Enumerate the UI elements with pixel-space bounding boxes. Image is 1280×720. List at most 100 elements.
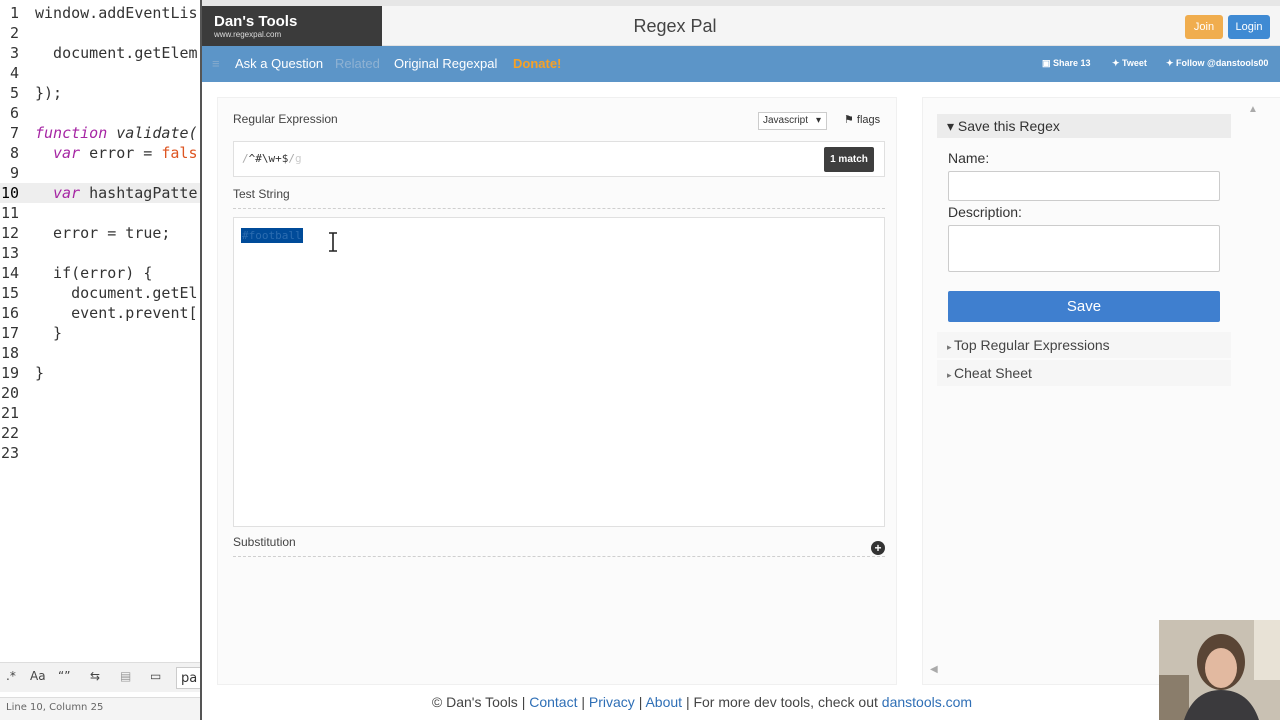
nav-related[interactable]: Related (335, 56, 380, 71)
test-string-selection: #football (241, 228, 303, 243)
twitter-icon: ✦ (1112, 58, 1123, 68)
follow-label: Follow @danstools00 (1176, 58, 1269, 68)
line-number: 4 (9, 64, 19, 82)
code-text: validate( (107, 124, 198, 142)
name-field[interactable] (948, 171, 1220, 201)
nav-original-regexpal[interactable]: Original Regexpal (394, 56, 497, 71)
code-line: window.addEventLis (35, 4, 198, 22)
webcam-overlay (1159, 620, 1280, 720)
code-line: function validate( (35, 123, 198, 143)
code-line: error = true; (35, 224, 171, 242)
top-expressions-toggle[interactable]: ▸ Top Regular Expressions (937, 332, 1231, 358)
facebook-share-button[interactable]: ▣ Share 13 (1042, 58, 1091, 69)
description-field[interactable] (948, 225, 1220, 272)
regex-expression: /^#\w+$/g (242, 152, 302, 165)
line-number: 2 (9, 24, 19, 42)
text-cursor-icon (329, 232, 337, 252)
separator: | (581, 694, 585, 710)
code-text: error = (80, 144, 162, 162)
menu-icon[interactable]: ≡ (212, 56, 220, 71)
wrap-icon[interactable]: ⇆ (90, 669, 100, 683)
line-number: 3 (9, 44, 19, 62)
tweet-button[interactable]: ✦ Tweet (1112, 58, 1147, 69)
save-button[interactable]: Save (948, 291, 1220, 322)
contact-link[interactable]: Contact (529, 694, 577, 710)
cheat-sheet-toggle[interactable]: ▸ Cheat Sheet (937, 360, 1231, 386)
flags-button[interactable]: ⚑ flags (844, 113, 880, 126)
nav-bar: ≡ Ask a Question Related Original Regexp… (202, 46, 1280, 82)
nav-donate[interactable]: Donate! (513, 56, 561, 71)
line-number: 21 (0, 404, 19, 422)
top-expressions-label: Top Regular Expressions (954, 337, 1110, 353)
danstools-link[interactable]: danstools.com (882, 694, 972, 710)
language-select[interactable]: Javascript ▾ (758, 112, 827, 130)
code-line: if(error) { (35, 264, 153, 282)
nav-ask-question[interactable]: Ask a Question (235, 56, 323, 71)
join-button[interactable]: Join (1185, 15, 1223, 39)
code-line: } (35, 324, 63, 342)
caret-down-icon: ▾ (947, 118, 958, 134)
site-footer: © Dan's Tools | Contact | Privacy | Abou… (202, 686, 1280, 720)
test-string-label: Test String (233, 187, 290, 201)
line-number: 10 (0, 184, 19, 202)
status-bar: Line 10, Column 25 (0, 697, 200, 720)
save-regex-header[interactable]: ▾ Save this Regex (937, 114, 1231, 138)
code-line: event.prevent[ (35, 304, 198, 322)
code-line: document.getEl (35, 284, 198, 302)
regex-input[interactable]: /^#\w+$/g 1 match (233, 141, 885, 177)
find-toolbar: .* Aa “” ⇆ ▤ ▭ pa (0, 662, 200, 692)
facebook-icon: ▣ (1042, 58, 1054, 68)
regex-open-delimiter: / (242, 152, 249, 165)
test-string-input[interactable]: #football (233, 217, 885, 527)
code-editor[interactable]: 1 2 3 4 5 6 7 8 9 10 11 12 13 14 15 16 1… (0, 0, 200, 720)
main-content: Regular Expression Javascript ▾ ⚑ flags /… (202, 82, 1280, 685)
follow-button[interactable]: ✦ Follow @danstools00 (1166, 58, 1268, 69)
regex-pattern: ^#\w+$ (248, 152, 289, 165)
regex-toggle-icon[interactable]: .* (6, 669, 16, 683)
regex-section-label: Regular Expression (233, 112, 338, 126)
tweet-label: Tweet (1122, 58, 1147, 68)
browser-window: Dan's Tools www.regexpal.com Regex Pal J… (200, 0, 1280, 720)
whole-word-button[interactable]: “” (58, 669, 70, 683)
site-logo[interactable]: Dan's Tools www.regexpal.com (202, 6, 382, 46)
add-substitution-icon[interactable]: + (871, 541, 885, 555)
line-number: 15 (0, 284, 19, 302)
code-keyword: var (53, 144, 81, 162)
match-count-badge: 1 match (824, 147, 874, 172)
login-button[interactable]: Login (1228, 15, 1270, 39)
caret-right-icon: ▸ (947, 342, 955, 352)
line-number: 12 (0, 224, 19, 242)
code-keyword: function (35, 124, 108, 142)
divider (233, 556, 885, 557)
line-number: 7 (9, 124, 19, 142)
site-header: Dan's Tools www.regexpal.com Regex Pal J… (202, 6, 1280, 46)
scroll-left-arrow-icon[interactable]: ◀ (930, 664, 938, 675)
about-link[interactable]: About (645, 694, 682, 710)
separator: | (638, 694, 643, 710)
flags-label: flags (856, 114, 881, 126)
line-number: 6 (9, 104, 19, 122)
case-sensitive-button[interactable]: Aa (30, 669, 46, 683)
line-number: 13 (0, 244, 19, 262)
divider (233, 208, 885, 209)
line-number: 16 (0, 304, 19, 322)
regex-close-delimiter: / (288, 152, 295, 165)
flag-icon: ⚑ (844, 114, 857, 126)
find-input[interactable]: pa (176, 667, 200, 689)
code-line: } (35, 364, 45, 382)
line-number: 22 (0, 424, 19, 442)
code-keyword: var (53, 184, 81, 202)
code-text: hashtagPatte (80, 184, 198, 202)
logo-subtitle: www.regexpal.com (214, 30, 282, 39)
in-selection-icon[interactable]: ▤ (120, 669, 131, 683)
name-label: Name: (948, 150, 990, 166)
line-number: 8 (9, 144, 19, 162)
logo-title: Dan's Tools (214, 13, 298, 30)
highlight-matches-icon[interactable]: ▭ (150, 669, 161, 683)
copyright-text: © Dan's Tools | (431, 694, 526, 710)
code-line: document.getElem (35, 44, 198, 62)
code-line: var hashtagPatte (53, 183, 198, 203)
line-number: 17 (0, 324, 19, 342)
privacy-link[interactable]: Privacy (589, 694, 635, 710)
scroll-up-arrow-icon[interactable]: ▲ (1248, 104, 1258, 115)
